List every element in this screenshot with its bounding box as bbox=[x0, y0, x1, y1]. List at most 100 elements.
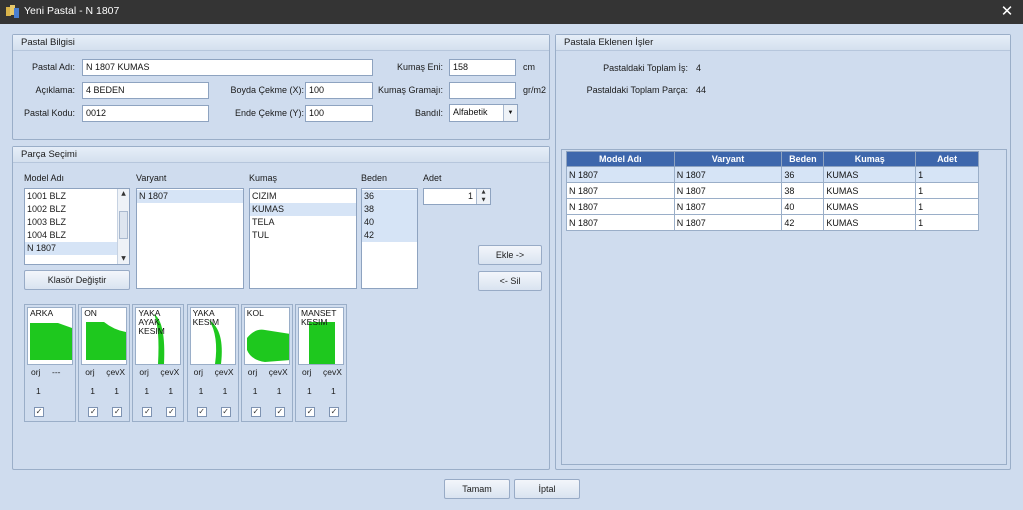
model-adi-label: Model Adı bbox=[24, 173, 65, 183]
piece-orj-count: 1 bbox=[198, 386, 204, 396]
varyant-list-item[interactable]: N 1807 bbox=[137, 190, 243, 203]
table-row[interactable]: N 1807 N 1807 40 KUMAS 1 bbox=[566, 198, 979, 215]
table-cell: 42 bbox=[781, 214, 825, 231]
beden-list[interactable]: 36 38 40 42 bbox=[361, 188, 418, 289]
kumas-list-item[interactable]: KUMAS bbox=[250, 203, 356, 216]
table-cell: N 1807 bbox=[566, 182, 675, 199]
table-cell: 36 bbox=[781, 166, 825, 183]
pastal-adi-input[interactable]: N 1807 KUMAS bbox=[82, 59, 373, 76]
piece-orj-caption: orj bbox=[193, 367, 204, 377]
column-header[interactable]: Beden bbox=[781, 151, 825, 167]
piece-cev-caption: çevX bbox=[160, 367, 180, 377]
bandil-select[interactable]: Alfabetik ▼ bbox=[449, 104, 518, 122]
model-list-item[interactable]: 1001 BLZ bbox=[25, 190, 117, 203]
piece-name: YAKA KESIM bbox=[192, 308, 220, 327]
column-header[interactable]: Adet bbox=[915, 151, 979, 167]
kumas-gramaji-input[interactable] bbox=[449, 82, 516, 99]
piece-card[interactable]: YAKA KESIM orj çevX 1 1 ✓ ✓ bbox=[186, 304, 239, 422]
piece-cev-count: 1 bbox=[222, 386, 228, 396]
adet-spinner[interactable]: 1 ▲ ▼ bbox=[423, 188, 491, 205]
piece-orj-checkbox[interactable]: ✓ bbox=[250, 407, 261, 417]
piece-orj-checkbox[interactable]: ✓ bbox=[305, 407, 315, 417]
piece-thumbnail[interactable]: ARKA bbox=[27, 307, 73, 365]
kumas-gramaji-label: Kumaş Gramajı: bbox=[377, 85, 443, 95]
kumas-eni-label: Kumaş Eni: bbox=[396, 62, 443, 72]
varyant-list[interactable]: N 1807 bbox=[136, 188, 244, 289]
beden-list-item[interactable]: 38 bbox=[362, 203, 417, 216]
piece-orj-count: 1 bbox=[144, 386, 150, 396]
model-adi-list[interactable]: 1001 BLZ 1002 BLZ 1003 BLZ 1004 BLZ N 1807 ▲… bbox=[24, 188, 130, 265]
column-header[interactable]: Model Adı bbox=[566, 151, 675, 167]
close-icon[interactable]: ✕ bbox=[999, 3, 1015, 19]
boyda-cekme-input[interactable]: 100 bbox=[305, 82, 373, 99]
scroll-up-icon[interactable]: ▲ bbox=[118, 189, 129, 199]
table-row[interactable]: N 1807 N 1807 38 KUMAS 1 bbox=[566, 182, 979, 199]
bandil-label: Bandıl: bbox=[414, 108, 443, 118]
piece-cev-caption: çevX bbox=[323, 367, 342, 377]
piece-cev-count: 1 bbox=[276, 386, 282, 396]
model-list-item[interactable]: 1002 BLZ bbox=[25, 203, 117, 216]
piece-thumbnail[interactable]: YAKA KESIM bbox=[189, 307, 236, 365]
piece-card[interactable]: ON orj çevX 1 1 ✓ ✓ bbox=[78, 304, 131, 422]
aciklama-input[interactable]: 4 BEDEN bbox=[82, 82, 209, 99]
table-row[interactable]: N 1807 N 1807 36 KUMAS 1 bbox=[566, 166, 979, 183]
piece-card[interactable]: MANSET KESIM orj çevX 1 1 ✓ ✓ bbox=[295, 304, 347, 422]
model-list-scrollbar[interactable]: ▲ ▼ bbox=[117, 189, 129, 264]
spin-down-icon[interactable]: ▼ bbox=[477, 197, 490, 205]
pastal-kodu-label: Pastal Kodu: bbox=[23, 108, 75, 118]
piece-card[interactable]: ARKA orj --- 1 ✓ bbox=[24, 304, 76, 422]
piece-orj-caption: orj bbox=[139, 367, 149, 377]
beden-list-item[interactable]: 36 bbox=[362, 190, 417, 203]
pastal-kodu-input[interactable]: 0012 bbox=[82, 105, 209, 122]
kumas-list[interactable]: CIZIM KUMAS TELA TUL bbox=[249, 188, 357, 289]
piece-orj-checkbox[interactable]: ✓ bbox=[88, 407, 99, 417]
islemler-grid[interactable]: Model Adı Varyant Beden Kumaş Adet N 1807 N 1… bbox=[566, 151, 979, 231]
column-header[interactable]: Kumaş bbox=[823, 151, 917, 167]
piece-cev-checkbox[interactable]: ✓ bbox=[329, 407, 339, 417]
adet-value: 1 bbox=[467, 191, 473, 201]
piece-orj-caption: orj bbox=[31, 367, 41, 377]
pastala-eklenen-header: Pastala Eklenen İşler bbox=[556, 35, 1010, 51]
scroll-thumb[interactable] bbox=[119, 211, 128, 239]
piece-orj-checkbox[interactable]: ✓ bbox=[142, 407, 153, 417]
ende-cekme-input[interactable]: 100 bbox=[305, 105, 373, 122]
model-list-item[interactable]: 1003 BLZ bbox=[25, 216, 117, 229]
iptal-button[interactable]: İptal bbox=[514, 479, 580, 499]
piece-cev-checkbox[interactable]: ✓ bbox=[274, 407, 285, 417]
kumas-list-item[interactable]: TELA bbox=[250, 216, 356, 229]
piece-card[interactable]: KOL orj çevX 1 1 ✓ ✓ bbox=[240, 304, 293, 422]
column-header[interactable]: Varyant bbox=[673, 151, 783, 167]
piece-card[interactable]: YAKA AYAK KESIM orj çevX 1 1 ✓ ✓ bbox=[132, 304, 185, 422]
spin-up-icon[interactable]: ▲ bbox=[477, 189, 490, 197]
kumas-list-item[interactable]: CIZIM bbox=[250, 190, 356, 203]
beden-list-item[interactable]: 42 bbox=[362, 229, 417, 242]
piece-thumbnail[interactable]: YAKA AYAK KESIM bbox=[135, 307, 182, 365]
piece-thumbnail[interactable]: KOL bbox=[243, 307, 290, 365]
table-cell: N 1807 bbox=[673, 182, 783, 199]
piece-orj-checkbox[interactable]: ✓ bbox=[34, 407, 44, 417]
model-list-item[interactable]: 1004 BLZ bbox=[25, 229, 117, 242]
boyda-cekme-label: Boyda Çekme (X): bbox=[230, 85, 304, 95]
model-list-item[interactable]: N 1807 bbox=[25, 242, 117, 255]
table-cell: KUMAS bbox=[823, 198, 917, 215]
table-row[interactable]: N 1807 N 1807 42 KUMAS 1 bbox=[566, 214, 979, 231]
piece-thumbnail[interactable]: MANSET KESIM bbox=[298, 307, 344, 365]
piece-orj-count: 1 bbox=[36, 386, 41, 396]
tamam-button[interactable]: Tamam bbox=[444, 479, 510, 499]
kumas-eni-input[interactable]: 158 bbox=[449, 59, 516, 76]
piece-cev-caption: çevX bbox=[106, 367, 126, 377]
klasor-degistir-button[interactable]: Klasör Değiştir bbox=[24, 270, 130, 290]
piece-orj-checkbox[interactable]: ✓ bbox=[196, 407, 207, 417]
piece-orj-count: 1 bbox=[307, 386, 312, 396]
scroll-down-icon[interactable]: ▼ bbox=[118, 254, 129, 264]
piece-cev-caption: çevX bbox=[214, 367, 234, 377]
piece-thumbnail[interactable]: ON bbox=[81, 307, 128, 365]
piece-cev-checkbox[interactable]: ✓ bbox=[220, 407, 231, 417]
piece-cev-checkbox[interactable]: ✓ bbox=[166, 407, 177, 417]
ekle-button[interactable]: Ekle -> bbox=[478, 245, 542, 265]
beden-list-item[interactable]: 40 bbox=[362, 216, 417, 229]
piece-cev-checkbox[interactable]: ✓ bbox=[112, 407, 123, 417]
sil-button[interactable]: <- Sil bbox=[478, 271, 542, 291]
chevron-down-icon[interactable]: ▼ bbox=[503, 105, 517, 121]
kumas-list-item[interactable]: TUL bbox=[250, 229, 356, 242]
